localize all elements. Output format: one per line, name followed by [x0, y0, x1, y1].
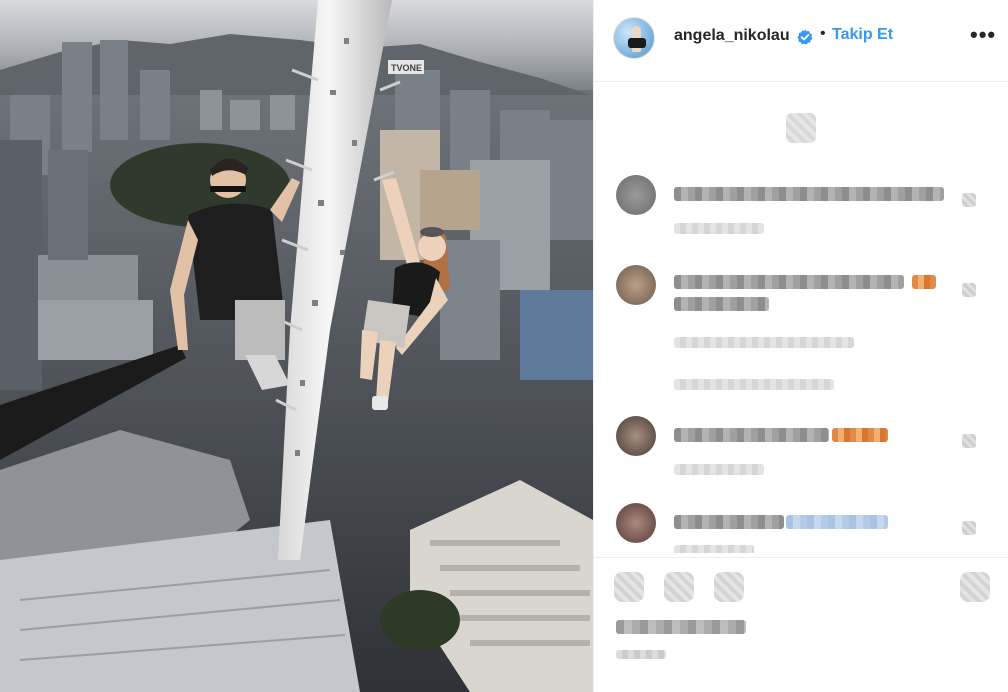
bookmark-icon[interactable] — [960, 572, 990, 602]
building-sign: TVONE — [391, 63, 422, 73]
post-photo[interactable]: TVONE — [0, 0, 593, 692]
comment-meta — [674, 223, 764, 234]
heart-icon[interactable] — [962, 434, 976, 448]
loading-spinner-icon — [786, 113, 816, 143]
view-replies[interactable] — [674, 379, 834, 390]
likes-count[interactable] — [616, 620, 746, 634]
follow-button[interactable]: Takip Et — [832, 26, 893, 44]
post-actions — [594, 557, 1008, 692]
post-date — [616, 650, 666, 659]
photo-rooftop-scene: TVONE — [0, 0, 593, 692]
comment-mention[interactable] — [786, 515, 888, 529]
comment-meta — [674, 464, 764, 475]
post-sidebar: angela_nikolau • Takip Et ••• — [593, 0, 1008, 692]
comment-avatar[interactable] — [616, 175, 656, 215]
comment-emoji — [832, 428, 888, 442]
comments-list[interactable] — [594, 83, 1008, 553]
comment-text — [674, 187, 944, 201]
more-options-icon[interactable]: ••• — [970, 22, 996, 48]
comment-text — [674, 297, 769, 311]
comment-avatar[interactable] — [616, 503, 656, 543]
comment-text — [674, 428, 829, 442]
heart-icon[interactable] — [614, 572, 644, 602]
post-header: angela_nikolau • Takip Et ••• — [594, 0, 1008, 82]
header-separator: • — [820, 25, 826, 42]
author-avatar[interactable] — [613, 17, 655, 59]
comment-text — [674, 515, 784, 529]
avatar-figure-shirt — [628, 38, 646, 48]
heart-icon[interactable] — [962, 283, 976, 297]
comment-text — [674, 275, 904, 289]
comment-icon[interactable] — [664, 572, 694, 602]
comment-avatar[interactable] — [616, 416, 656, 456]
share-icon[interactable] — [714, 572, 744, 602]
comment-meta — [674, 545, 754, 553]
verified-badge-icon — [797, 29, 813, 45]
comment-emoji — [912, 275, 936, 289]
heart-icon[interactable] — [962, 521, 976, 535]
author-username[interactable]: angela_nikolau — [674, 27, 790, 45]
comment-avatar[interactable] — [616, 265, 656, 305]
comment-meta — [674, 337, 854, 348]
heart-icon[interactable] — [962, 193, 976, 207]
